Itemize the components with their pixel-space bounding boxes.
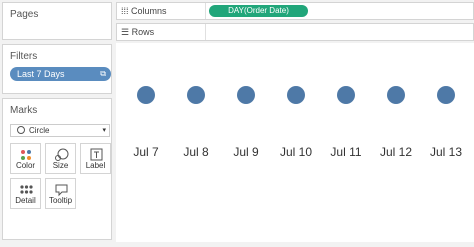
rows-icon: ☰ xyxy=(121,27,130,37)
data-point[interactable] xyxy=(337,86,355,104)
x-tick-label: Jul 13 xyxy=(430,145,462,159)
x-tick-label: Jul 7 xyxy=(133,145,159,159)
size-label: Size xyxy=(52,161,69,170)
rows-shelf[interactable]: ☰ Rows xyxy=(116,23,474,41)
x-tick-label: Jul 11 xyxy=(330,145,361,159)
data-point[interactable] xyxy=(437,86,455,104)
data-point[interactable] xyxy=(187,86,205,104)
detail-icon xyxy=(20,185,33,194)
filter-pill-label: Last 7 Days xyxy=(17,69,65,79)
columns-shelf[interactable]: ⁞⁞⁞ Columns DAY(Order Date) xyxy=(116,2,474,20)
detail-button[interactable]: Detail xyxy=(10,178,41,209)
data-point[interactable] xyxy=(387,86,405,104)
label-icon xyxy=(90,148,103,161)
size-icon xyxy=(55,148,69,161)
mark-type-dropdown[interactable]: Circle ▾ xyxy=(10,124,110,137)
data-point[interactable] xyxy=(237,86,255,104)
size-button[interactable]: Size xyxy=(45,143,76,174)
color-button[interactable]: Color xyxy=(10,143,41,174)
chevron-down-icon: ▾ xyxy=(102,127,106,134)
label-label: Label xyxy=(85,161,106,170)
x-tick-label: Jul 10 xyxy=(280,145,312,159)
x-tick-label: Jul 9 xyxy=(233,145,259,159)
data-point[interactable] xyxy=(287,86,305,104)
detail-label: Detail xyxy=(15,196,36,205)
shelf-divider xyxy=(205,24,206,40)
rows-shelf-header: ☰ Rows xyxy=(121,24,154,40)
pages-card: Pages xyxy=(2,2,112,40)
x-tick-label: Jul 12 xyxy=(380,145,412,159)
filter-applied-icon: ⧉ xyxy=(100,69,106,78)
day-order-date-pill[interactable]: DAY(Order Date) xyxy=(209,5,308,17)
color-label: Color xyxy=(15,161,36,170)
chart-view: Jul 7 Jul 8 Jul 9 Jul 10 Jul 11 Jul 12 Jul 13 xyxy=(116,43,474,242)
pages-title: Pages xyxy=(10,9,39,20)
marks-card: Marks Circle ▾ Color Size Label Detail T… xyxy=(2,98,112,240)
dot-chart: Jul 7 Jul 8 Jul 9 Jul 10 Jul 11 Jul 12 Jul 13 xyxy=(133,86,462,159)
columns-label: Columns xyxy=(131,6,167,16)
mark-type-value: Circle xyxy=(29,126,50,135)
tooltip-icon xyxy=(55,184,68,197)
x-tick-label: Jul 8 xyxy=(183,145,209,159)
color-icon xyxy=(21,150,31,160)
marks-title: Marks xyxy=(10,105,38,116)
columns-shelf-header: ⁞⁞⁞ Columns xyxy=(121,3,167,19)
rows-label: Rows xyxy=(131,27,155,37)
circle-icon xyxy=(17,126,25,134)
tooltip-button[interactable]: Tooltip xyxy=(45,178,76,209)
data-point[interactable] xyxy=(137,86,155,104)
filters-title: Filters xyxy=(10,51,38,62)
filters-card: Filters Last 7 Days ⧉ xyxy=(2,44,112,94)
filter-pill-last-7-days[interactable]: Last 7 Days ⧉ xyxy=(10,67,111,81)
columns-icon: ⁞⁞⁞ xyxy=(121,6,129,16)
label-button[interactable]: Label xyxy=(80,143,111,174)
shelf-divider xyxy=(205,3,206,19)
tooltip-label: Tooltip xyxy=(48,196,73,205)
